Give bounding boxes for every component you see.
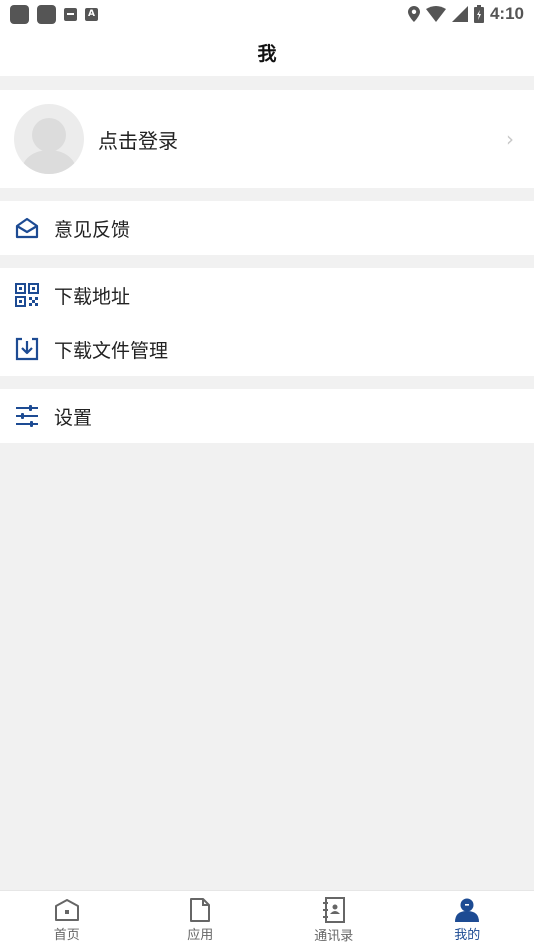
tab-label: 通讯录 <box>314 929 354 944</box>
settings-section: 设置 <box>0 389 534 443</box>
menu-item-settings[interactable]: 设置 <box>0 389 534 443</box>
tab-mine[interactable]: 我的 <box>401 891 534 950</box>
status-right-icons: 4:10 <box>407 4 524 24</box>
menu-item-download-address[interactable]: 下载地址 <box>0 268 534 322</box>
tab-apps[interactable]: 应用 <box>134 891 268 950</box>
status-left-icons: A <box>10 4 98 24</box>
menu-item-download-files[interactable]: 下载文件管理 <box>0 322 534 376</box>
chevron-right-icon: › <box>506 127 514 151</box>
avatar <box>14 104 84 174</box>
tab-home[interactable]: 首页 <box>0 891 134 950</box>
mail-icon <box>64 7 77 21</box>
menu-label: 下载文件管理 <box>54 339 169 362</box>
feedback-section: 意见反馈 <box>0 201 534 255</box>
menu-label: 意见反馈 <box>54 218 131 241</box>
tab-label: 首页 <box>53 928 80 943</box>
tab-label: 我的 <box>454 928 481 943</box>
status-bar: A 4:10 <box>0 0 534 28</box>
header: 我 <box>0 28 534 76</box>
document-icon <box>190 898 211 922</box>
menu-label: 下载地址 <box>54 285 131 308</box>
a-icon: A <box>85 7 98 21</box>
envelope-open-icon <box>14 215 40 241</box>
tab-contacts[interactable]: 通讯录 <box>267 891 401 950</box>
user-icon <box>455 898 480 922</box>
signal-icon <box>451 6 468 22</box>
menu-item-feedback[interactable]: 意见反馈 <box>0 201 534 255</box>
page-title: 我 <box>257 42 277 65</box>
login-text: 点击登录 <box>98 128 178 153</box>
download-tray-icon <box>14 336 40 362</box>
location-icon <box>407 6 420 22</box>
contacts-icon <box>322 897 345 923</box>
qr-code-icon <box>14 282 40 308</box>
wifi-icon <box>425 6 446 22</box>
app-icon <box>10 4 29 24</box>
download-section: 下载地址 下载文件管理 <box>0 268 534 376</box>
status-time: 4:10 <box>489 4 524 23</box>
battery-icon <box>473 5 484 23</box>
bottom-tab-bar: 首页 应用 通讯录 我的 <box>0 890 534 950</box>
sliders-icon <box>14 403 40 429</box>
login-row[interactable]: 点击登录 › <box>0 90 534 188</box>
home-icon <box>54 899 79 921</box>
tab-label: 应用 <box>187 928 214 943</box>
app-icon <box>37 4 56 24</box>
menu-label: 设置 <box>54 406 93 429</box>
